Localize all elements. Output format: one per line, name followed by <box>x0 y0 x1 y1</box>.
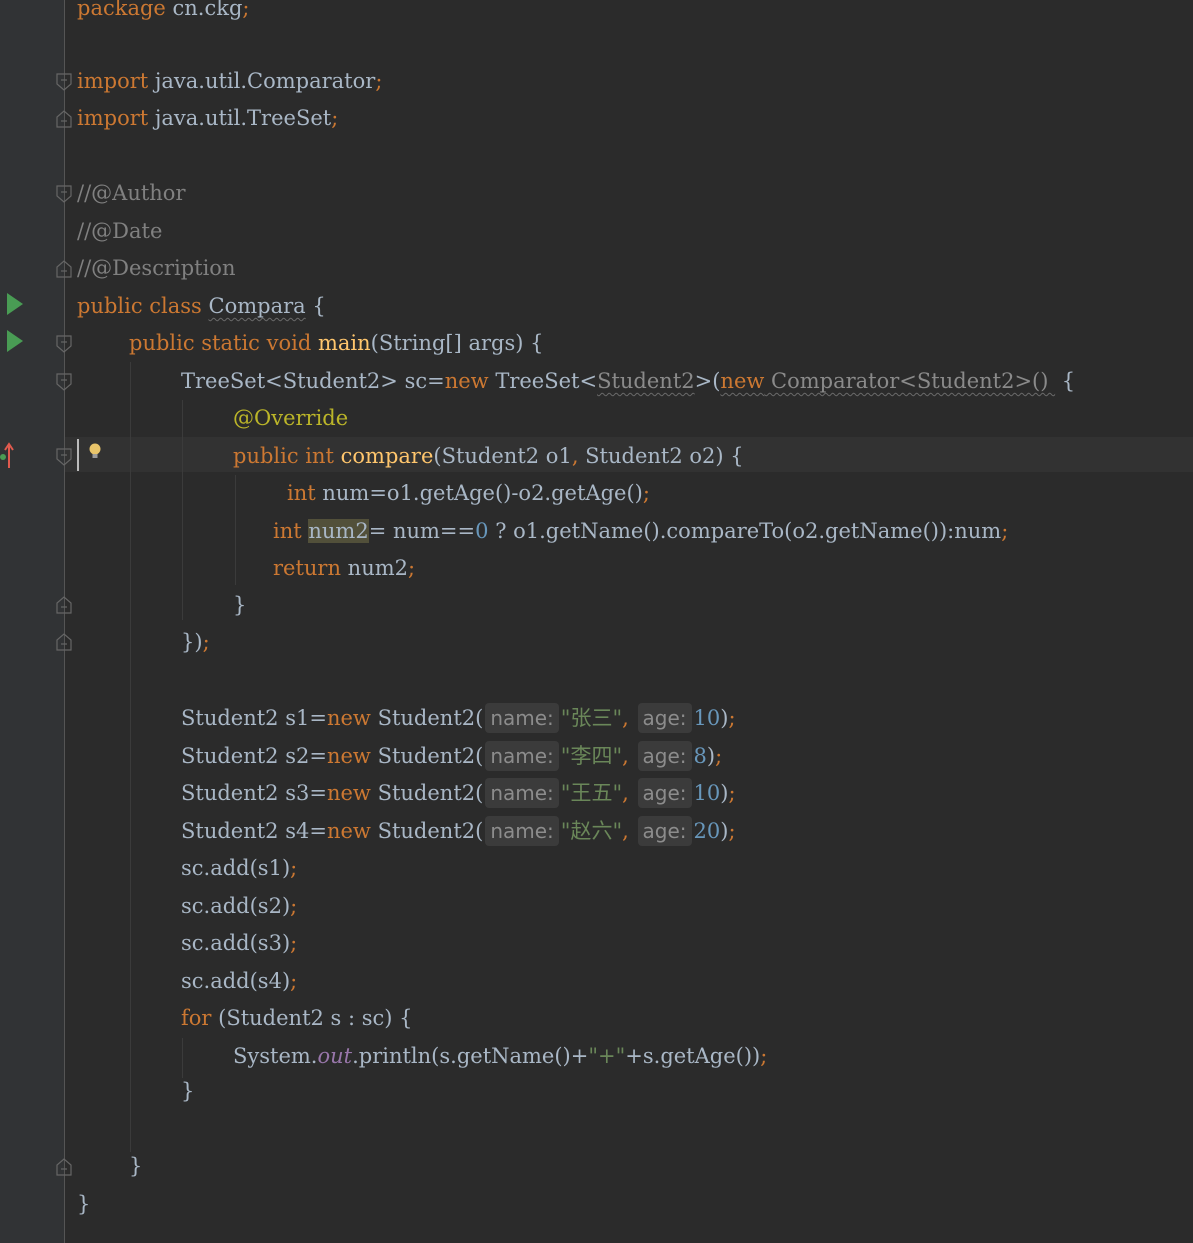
code-line-description-comment[interactable]: //@Description <box>77 250 235 287</box>
code-line-import-treeset[interactable]: import java.util.TreeSet; <box>77 100 338 137</box>
code-line-println[interactable]: System.out.println(s.getName()+"+"+s.get… <box>233 1038 767 1075</box>
code-line-for-close[interactable]: } <box>181 1073 194 1110</box>
fold-open-icon[interactable] <box>56 373 72 391</box>
code-line-main-close[interactable]: } <box>129 1148 142 1185</box>
param-hint-name: name: <box>485 778 559 808</box>
code-line-s1-decl[interactable]: Student2 s1=new Student2(name: "张三", age:… <box>181 700 736 737</box>
code-line-author-comment[interactable]: //@Author <box>77 175 186 212</box>
code-line-anon-close[interactable]: }); <box>181 624 210 661</box>
fold-open-icon[interactable] <box>56 448 72 466</box>
code-line-num-assign[interactable]: int num=o1.getAge()-o2.getAge(); <box>287 475 650 512</box>
code-line-for-loop[interactable]: for (Student2 s : sc) { <box>181 1000 413 1037</box>
code-line-treeset-decl[interactable]: TreeSet<Student2> sc=new TreeSet<Student… <box>181 363 1075 400</box>
code-line-date-comment[interactable]: //@Date <box>77 213 162 250</box>
fold-close-icon[interactable] <box>56 260 72 278</box>
code-line-compare-close[interactable]: } <box>233 587 246 624</box>
code-line-add-s3[interactable]: sc.add(s3); <box>181 925 297 962</box>
code-line-override[interactable]: @Override <box>233 400 348 437</box>
fold-open-icon[interactable] <box>56 185 72 203</box>
code-editor[interactable]: package cn.ckg; import java.util.Compara… <box>0 0 1193 1243</box>
run-main-icon[interactable] <box>7 330 23 352</box>
code-line-class-close[interactable]: } <box>77 1186 90 1223</box>
code-line-package[interactable]: package cn.ckg; <box>77 0 250 27</box>
code-line-s3-decl[interactable]: Student2 s3=new Student2(name: "王五", age:… <box>181 775 736 812</box>
code-line-num2-assign[interactable]: int num2= num==0 ? o1.getName().compareT… <box>273 513 1008 550</box>
code-line-add-s1[interactable]: sc.add(s1); <box>181 850 297 887</box>
code-line-import-comparator[interactable]: import java.util.Comparator; <box>77 63 382 100</box>
code-line-compare-decl[interactable]: public int compare(Student2 o1, Student2… <box>233 438 744 475</box>
fold-open-icon[interactable] <box>56 335 72 353</box>
run-class-icon[interactable] <box>7 293 23 315</box>
param-hint-age: age: <box>637 816 692 846</box>
code-line-add-s4[interactable]: sc.add(s4); <box>181 963 297 1000</box>
param-hint-age: age: <box>637 703 692 733</box>
fold-close-icon[interactable] <box>56 633 72 651</box>
code-line-s4-decl[interactable]: Student2 s4=new Student2(name: "赵六", age:… <box>181 813 736 850</box>
code-line-class-decl[interactable]: public class Compara { <box>77 288 326 325</box>
fold-close-icon[interactable] <box>56 596 72 614</box>
param-hint-age: age: <box>637 741 692 771</box>
param-hint-name: name: <box>485 741 559 771</box>
param-hint-age: age: <box>637 778 692 808</box>
fold-close-icon[interactable] <box>56 1158 72 1176</box>
fold-open-icon[interactable] <box>56 73 72 91</box>
param-hint-name: name: <box>485 703 559 733</box>
fold-close-icon[interactable] <box>56 110 72 128</box>
code-area[interactable]: package cn.ckg; import java.util.Compara… <box>77 0 1193 1243</box>
override-method-icon[interactable] <box>0 440 16 470</box>
code-line-add-s2[interactable]: sc.add(s2); <box>181 888 297 925</box>
code-line-main-decl[interactable]: public static void main(String[] args) { <box>129 325 543 362</box>
code-line-s2-decl[interactable]: Student2 s2=new Student2(name: "李四", age:… <box>181 738 722 775</box>
param-hint-name: name: <box>485 816 559 846</box>
code-line-return[interactable]: return num2; <box>273 550 415 587</box>
